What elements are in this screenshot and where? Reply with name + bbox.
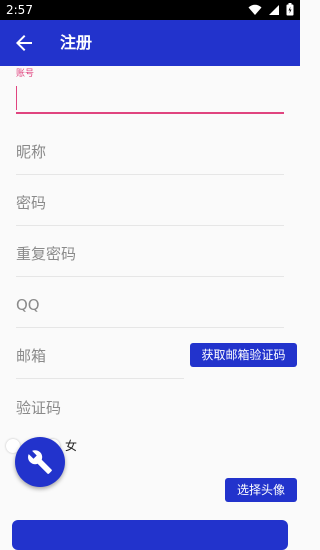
repeat-password-underline <box>16 276 284 277</box>
password-field[interactable]: 密码 <box>16 193 284 226</box>
wrench-icon <box>28 450 52 474</box>
wifi-icon <box>248 4 262 15</box>
battery-icon <box>286 3 294 16</box>
signal-icon <box>269 4 279 15</box>
account-field[interactable]: 账号 <box>16 68 284 114</box>
repeat-password-input[interactable]: 重复密码 <box>16 244 284 264</box>
status-bar: 2:57 <box>0 0 300 20</box>
nickname-underline <box>16 174 284 175</box>
password-input[interactable]: 密码 <box>16 193 284 213</box>
account-label: 账号 <box>16 69 35 79</box>
status-icons <box>248 3 294 16</box>
arrow-left-icon <box>16 35 32 51</box>
back-button[interactable] <box>12 31 36 55</box>
email-input[interactable]: 邮箱 <box>16 346 184 366</box>
app-bar: 注册 <box>0 20 300 66</box>
gender-female-label[interactable]: 女 <box>65 436 77 456</box>
nickname-field[interactable]: 昵称 <box>16 142 284 175</box>
choose-avatar-button[interactable]: 选择头像 <box>225 478 297 502</box>
password-underline <box>16 225 284 226</box>
code-input[interactable]: 验证码 <box>16 398 284 418</box>
email-field[interactable]: 邮箱 <box>16 346 184 379</box>
get-email-code-button[interactable]: 获取邮箱验证码 <box>190 343 297 367</box>
nickname-input[interactable]: 昵称 <box>16 142 284 162</box>
status-time: 2:57 <box>6 3 33 17</box>
qq-underline <box>16 327 284 328</box>
settings-fab-button[interactable] <box>15 437 65 487</box>
page-title: 注册 <box>60 33 93 52</box>
account-underline <box>16 112 284 114</box>
account-input[interactable] <box>16 86 284 110</box>
email-underline <box>16 378 184 379</box>
code-field[interactable]: 验证码 <box>16 398 284 418</box>
qq-input[interactable]: QQ <box>16 295 284 315</box>
repeat-password-field[interactable]: 重复密码 <box>16 244 284 277</box>
register-button[interactable] <box>12 520 288 550</box>
qq-field[interactable]: QQ <box>16 295 284 328</box>
